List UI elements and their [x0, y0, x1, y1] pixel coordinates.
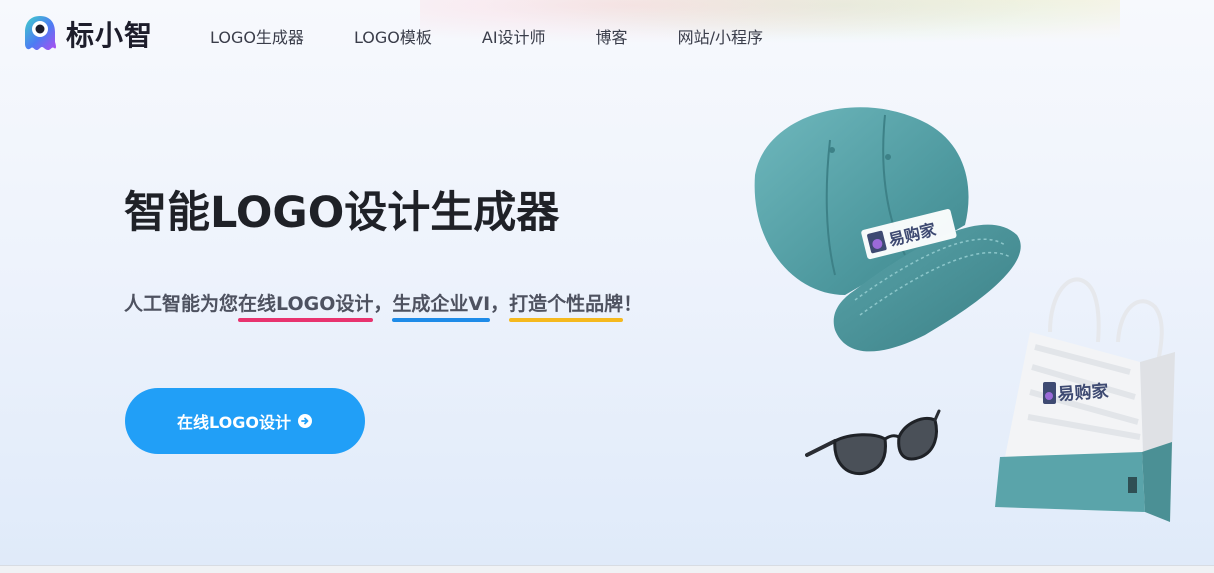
hero-subtitle: 人工智能为您 在线LOGO设计 ， 生成企业VI ， 打造个性品牌 ！: [124, 289, 643, 322]
shopping-bag-illustration: 易购家: [995, 277, 1175, 522]
arrow-right-circle-icon: [297, 414, 312, 428]
main-nav: LOGO生成器 LOGO模板 AI设计师 博客 网站/小程序: [210, 24, 813, 48]
cta-label: 在线LOGO设计: [177, 413, 291, 432]
site-header: 标小智 LOGO生成器 LOGO模板 AI设计师 博客 网站/小程序: [0, 0, 1214, 70]
nav-item-website-miniprogram[interactable]: 网站/小程序: [678, 24, 763, 48]
subtitle-highlight-vi: 生成企业VI: [392, 289, 490, 322]
subtitle-highlight-brand: 打造个性品牌: [509, 289, 624, 322]
subtitle-part: 人工智能为您: [124, 293, 239, 315]
subtitle-comma: ，: [373, 293, 393, 315]
brand-name: 标小智: [66, 19, 154, 52]
brand-logo[interactable]: 标小智: [20, 14, 153, 54]
ghost-mascot-icon: [25, 16, 56, 50]
bag-brand-text: 易购家: [1057, 380, 1109, 405]
sunglasses-illustration: [805, 409, 941, 476]
subtitle-exclamation: ！: [623, 293, 643, 315]
hero-title: 智能LOGO设计生成器: [124, 188, 560, 238]
nav-item-ai-designer[interactable]: AI设计师: [482, 24, 546, 48]
subtitle-highlight-online-design: 在线LOGO设计: [238, 289, 374, 322]
online-logo-design-button[interactable]: 在线LOGO设计: [125, 388, 365, 454]
cap-illustration: 易购家: [754, 107, 1021, 352]
bottom-status-bar: [0, 565, 1214, 573]
nav-item-blog[interactable]: 博客: [596, 24, 628, 48]
subtitle-comma: ，: [490, 293, 510, 315]
nav-item-logo-templates[interactable]: LOGO模板: [354, 24, 432, 48]
nav-item-logo-generator[interactable]: LOGO生成器: [210, 24, 304, 48]
